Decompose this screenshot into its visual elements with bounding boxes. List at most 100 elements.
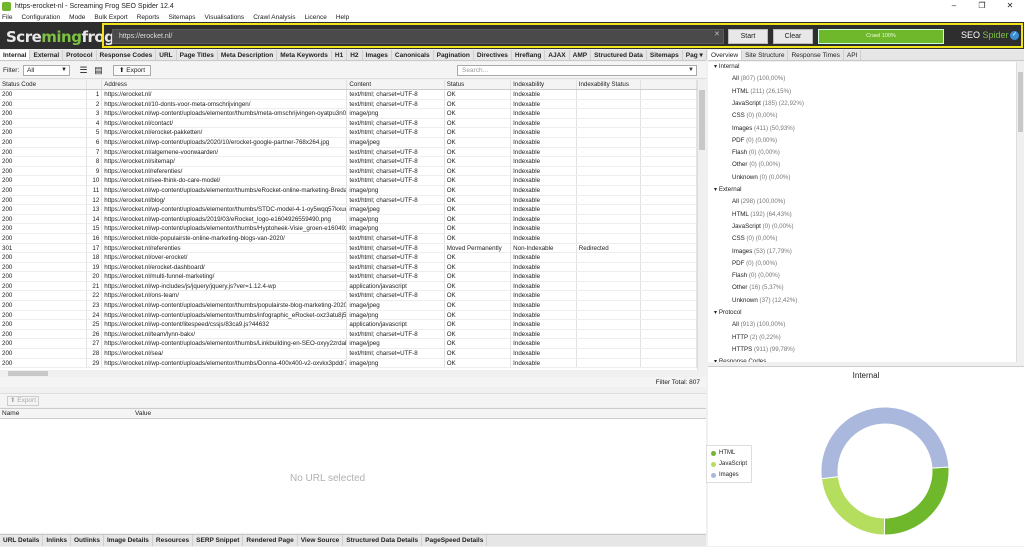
tab-outlinks[interactable]: Outlinks: [71, 535, 104, 546]
column-status-code[interactable]: Status Code: [0, 80, 88, 89]
close-button[interactable]: ✕: [996, 0, 1024, 12]
search-input[interactable]: Search... ▼: [457, 65, 697, 76]
tab-response-times[interactable]: Response Times: [788, 50, 844, 60]
tree-item[interactable]: All (913) (100,00%): [732, 321, 785, 328]
tab-structured-data[interactable]: Structured Data: [591, 50, 647, 60]
column-indexability-status[interactable]: Indexability Status: [577, 80, 642, 89]
menu-reports[interactable]: Reports: [137, 14, 160, 21]
lower-export-button[interactable]: ⬆ Export: [7, 396, 39, 406]
tree-item[interactable]: JavaScript (0) (0,00%): [732, 223, 794, 230]
tab-ajax[interactable]: AJAX: [545, 50, 570, 60]
tab-meta-description[interactable]: Meta Description: [218, 50, 278, 60]
url-input[interactable]: https://erocket.nl/: [112, 29, 724, 44]
tree-item[interactable]: Other (0) (0,00%): [732, 161, 780, 168]
tree-item[interactable]: JavaScript (185) (22,92%): [732, 100, 804, 107]
table-row[interactable]: 200 1 https://erocket.nl/text/html; charse…: [0, 90, 697, 100]
minimize-button[interactable]: –: [940, 0, 968, 12]
table-row[interactable]: 200 14 https://erocket.nl/wp-content/uploa…: [0, 214, 697, 225]
tree-item[interactable]: Other (16) (5,37%): [732, 284, 784, 291]
table-row[interactable]: 200 23 https://erocket.nl/wp-content/uploa…: [0, 301, 697, 311]
tree-section[interactable]: ▾ Response Codes: [714, 358, 766, 362]
tab-more[interactable]: Pag ▾: [683, 50, 707, 60]
table-row[interactable]: 200 29 https://erocket.nl/wp-content/uploa…: [0, 358, 697, 369]
tab-overview[interactable]: Overview: [708, 50, 743, 60]
tree-item[interactable]: All (807) (100,00%): [732, 75, 785, 82]
table-row[interactable]: 200 26 https://erocket.nl/team/lynn-bakx/t…: [0, 329, 697, 340]
tree-item[interactable]: Flash (0) (0,00%): [732, 272, 780, 279]
tab-protocol[interactable]: Protocol: [63, 50, 97, 60]
tab-image-details[interactable]: Image Details: [104, 535, 153, 546]
tree-item[interactable]: Images (53) (17,79%): [732, 248, 792, 255]
column-content[interactable]: Content: [347, 80, 445, 89]
menu-licence[interactable]: Licence: [304, 14, 326, 21]
table-row[interactable]: 200 19 https://erocket.nl/erocket-dashboar…: [0, 262, 697, 273]
column-address[interactable]: Address: [102, 80, 348, 89]
tree-view-icon[interactable]: ▤: [93, 65, 104, 76]
tab-resources[interactable]: Resources: [153, 535, 194, 546]
table-row[interactable]: 200 25 https://erocket.nl/wp-content/lites…: [0, 320, 697, 330]
tree-item[interactable]: Images (411) (50,93%): [732, 125, 795, 132]
table-row[interactable]: 200 16 https://erocket.nl/de-populairste-o…: [0, 233, 697, 244]
tab-structured-data-details[interactable]: Structured Data Details: [343, 535, 423, 546]
table-row[interactable]: 200 20 https://erocket.nl/multi-funnel-mar…: [0, 272, 697, 282]
filter-select[interactable]: All ▼: [23, 65, 70, 76]
tab-rendered-page[interactable]: Rendered Page: [243, 535, 298, 546]
tab-api[interactable]: API: [844, 50, 862, 60]
tab-url[interactable]: URL: [156, 50, 177, 60]
tab-meta-keywords[interactable]: Meta Keywords: [277, 50, 332, 60]
table-row[interactable]: 200 24 https://erocket.nl/wp-content/uploa…: [0, 310, 697, 321]
menu-bulk-export[interactable]: Bulk Export: [94, 14, 127, 21]
table-row[interactable]: 200 13 https://erocket.nl/wp-content/uploa…: [0, 205, 697, 215]
tree-item[interactable]: HTML (192) (64,43%): [732, 211, 792, 218]
table-row[interactable]: 200 6 https://erocket.nl/wp-content/upload…: [0, 137, 697, 148]
donut-slice-images[interactable]: [820, 406, 950, 480]
table-row[interactable]: 200 15 https://erocket.nl/wp-content/uploa…: [0, 224, 697, 234]
menu-crawl-analysis[interactable]: Crawl Analysis: [253, 14, 295, 21]
tree-item[interactable]: PDF (0) (0,00%): [732, 260, 777, 267]
tab-inlinks[interactable]: Inlinks: [43, 535, 71, 546]
menu-configuration[interactable]: Configuration: [21, 14, 60, 21]
table-row[interactable]: 200 10 https://erocket.nl/see-think-do-car…: [0, 176, 697, 186]
table-row[interactable]: 200 27 https://erocket.nl/wp-content/uploa…: [0, 339, 697, 350]
tab-directives[interactable]: Directives: [474, 50, 512, 60]
tab-pagination[interactable]: Pagination: [434, 50, 474, 60]
table-row[interactable]: 200 7 https://erocket.nl/algemene-voorwaar…: [0, 147, 697, 158]
table-row[interactable]: 200 8 https://erocket.nl/sitemap/text/html…: [0, 157, 697, 167]
tab-serp-snippet[interactable]: SERP Snippet: [193, 535, 244, 546]
tab-pagespeed-details[interactable]: PageSpeed Details: [422, 535, 488, 546]
tree-item[interactable]: PDF (0) (0,00%): [732, 137, 777, 144]
column-value[interactable]: Value: [133, 409, 151, 418]
table-row[interactable]: 200 18 https://erocket.nl/over-erocket/tex…: [0, 253, 697, 263]
table-vertical-scrollbar[interactable]: [697, 80, 706, 370]
tree-section[interactable]: ▾ Internal: [714, 63, 739, 70]
tab-canonicals[interactable]: Canonicals: [392, 50, 434, 60]
menu-mode[interactable]: Mode: [69, 14, 85, 21]
tree-item[interactable]: Unknown (0) (0,00%): [732, 174, 790, 181]
tab-sitemaps[interactable]: Sitemaps: [647, 50, 683, 60]
tab-page-titles[interactable]: Page Titles: [177, 50, 218, 60]
table-row[interactable]: 200 11 https://erocket.nl/wp-content/uploa…: [0, 185, 697, 196]
column-status[interactable]: Status: [445, 80, 512, 89]
tree-item[interactable]: HTTPS (911) (99,78%): [732, 346, 795, 353]
tab-hreflang[interactable]: Hreflang: [512, 50, 546, 60]
overview-scrollbar[interactable]: [1016, 62, 1024, 362]
tree-item[interactable]: CSS (0) (0,00%): [732, 235, 777, 242]
column-name[interactable]: Name: [0, 409, 133, 418]
tree-item[interactable]: HTML (211) (26,15%): [732, 88, 791, 95]
tab-response-codes[interactable]: Response Codes: [97, 50, 157, 60]
tree-item[interactable]: Unknown (37) (12,42%): [732, 297, 797, 304]
clear-url-icon[interactable]: ✕: [714, 30, 720, 38]
export-button[interactable]: ⬆ Export: [113, 65, 151, 76]
tab-amp[interactable]: AMP: [570, 50, 592, 60]
table-row[interactable]: 200 28 https://erocket.nl/sea/text/html; c…: [0, 349, 697, 359]
donut-slice-javascript[interactable]: [820, 476, 886, 536]
table-row[interactable]: 200 4 https://erocket.nl/contact/text/html…: [0, 118, 697, 129]
menu-file[interactable]: File: [2, 14, 12, 21]
donut-slice-html[interactable]: [883, 466, 950, 536]
tab-view-source[interactable]: View Source: [298, 535, 344, 546]
column-indexability[interactable]: Indexability: [511, 80, 577, 89]
tab-images[interactable]: Images: [363, 50, 392, 60]
tree-section[interactable]: ▾ External: [714, 186, 742, 193]
menu-help[interactable]: Help: [336, 14, 349, 21]
table-row[interactable]: 200 12 https://erocket.nl/blog/text/html; …: [0, 195, 697, 206]
